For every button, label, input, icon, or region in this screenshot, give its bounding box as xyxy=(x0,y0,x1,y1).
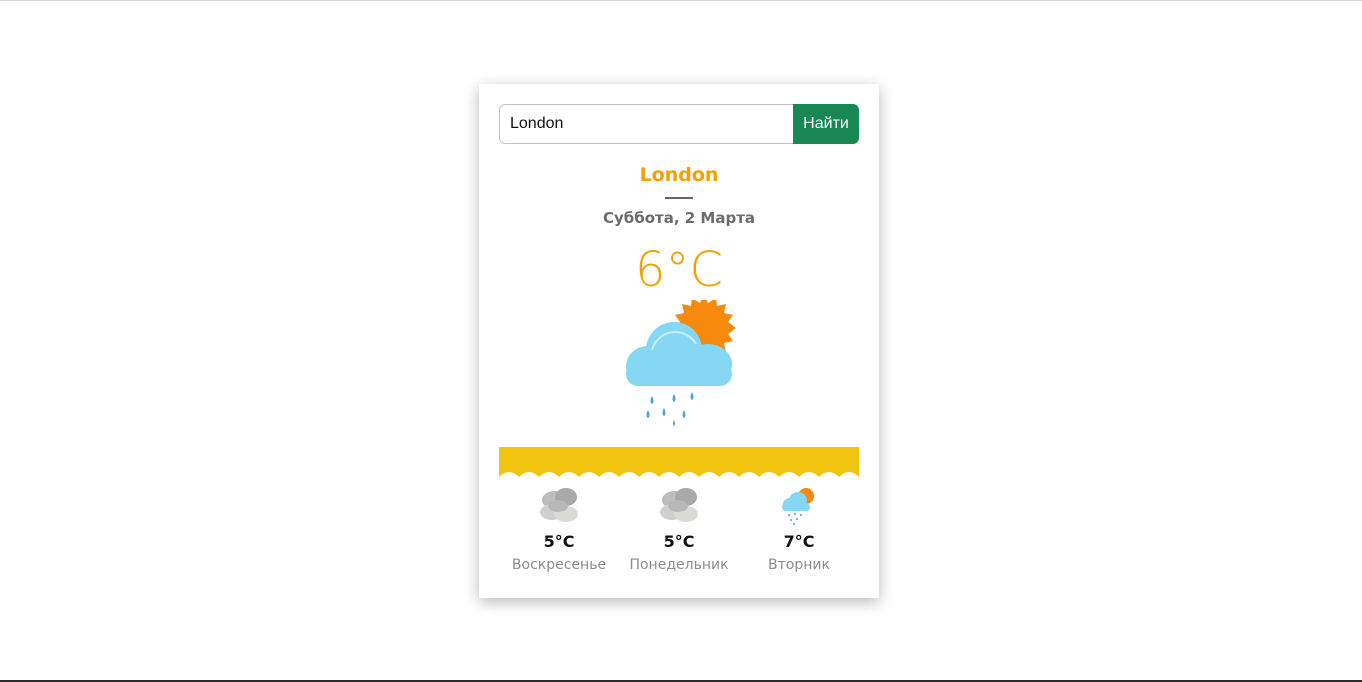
forecast-day: 7°C Вторник xyxy=(739,486,859,586)
sun-cloud-rain-icon xyxy=(626,300,736,426)
forecast-list: 5°C Воскресенье 5°C Понедельник 7°C Втор… xyxy=(499,486,859,586)
forecast-day-name: Воскресенье xyxy=(511,557,607,573)
cloudy-icon xyxy=(540,488,578,522)
search-bar: Найти xyxy=(499,104,859,144)
forecast-temperature: 7°C xyxy=(783,532,815,551)
sun-cloud-rain-icon xyxy=(782,488,814,525)
forecast-temperature: 5°C xyxy=(663,532,695,551)
current-temperature: 6°C xyxy=(634,242,724,298)
search-button[interactable]: Найти xyxy=(793,104,859,144)
forecast-day-name: Вторник xyxy=(768,557,830,573)
forecast-day-name: Понедельник xyxy=(629,557,729,573)
forecast-day: 5°C Понедельник xyxy=(619,486,739,586)
forecast-temperature: 5°C xyxy=(543,532,575,551)
divider xyxy=(665,197,693,199)
weather-card: Найти London Суббота, 2 Марта 6°C xyxy=(479,84,879,598)
current-date: Суббота, 2 Марта xyxy=(602,209,756,227)
cloudy-icon xyxy=(660,488,698,522)
city-name: London xyxy=(639,164,719,186)
top-border xyxy=(0,0,1362,1)
city-search-input[interactable] xyxy=(499,104,793,144)
decorative-wave xyxy=(499,447,859,477)
forecast-day: 5°C Воскресенье xyxy=(499,486,619,586)
